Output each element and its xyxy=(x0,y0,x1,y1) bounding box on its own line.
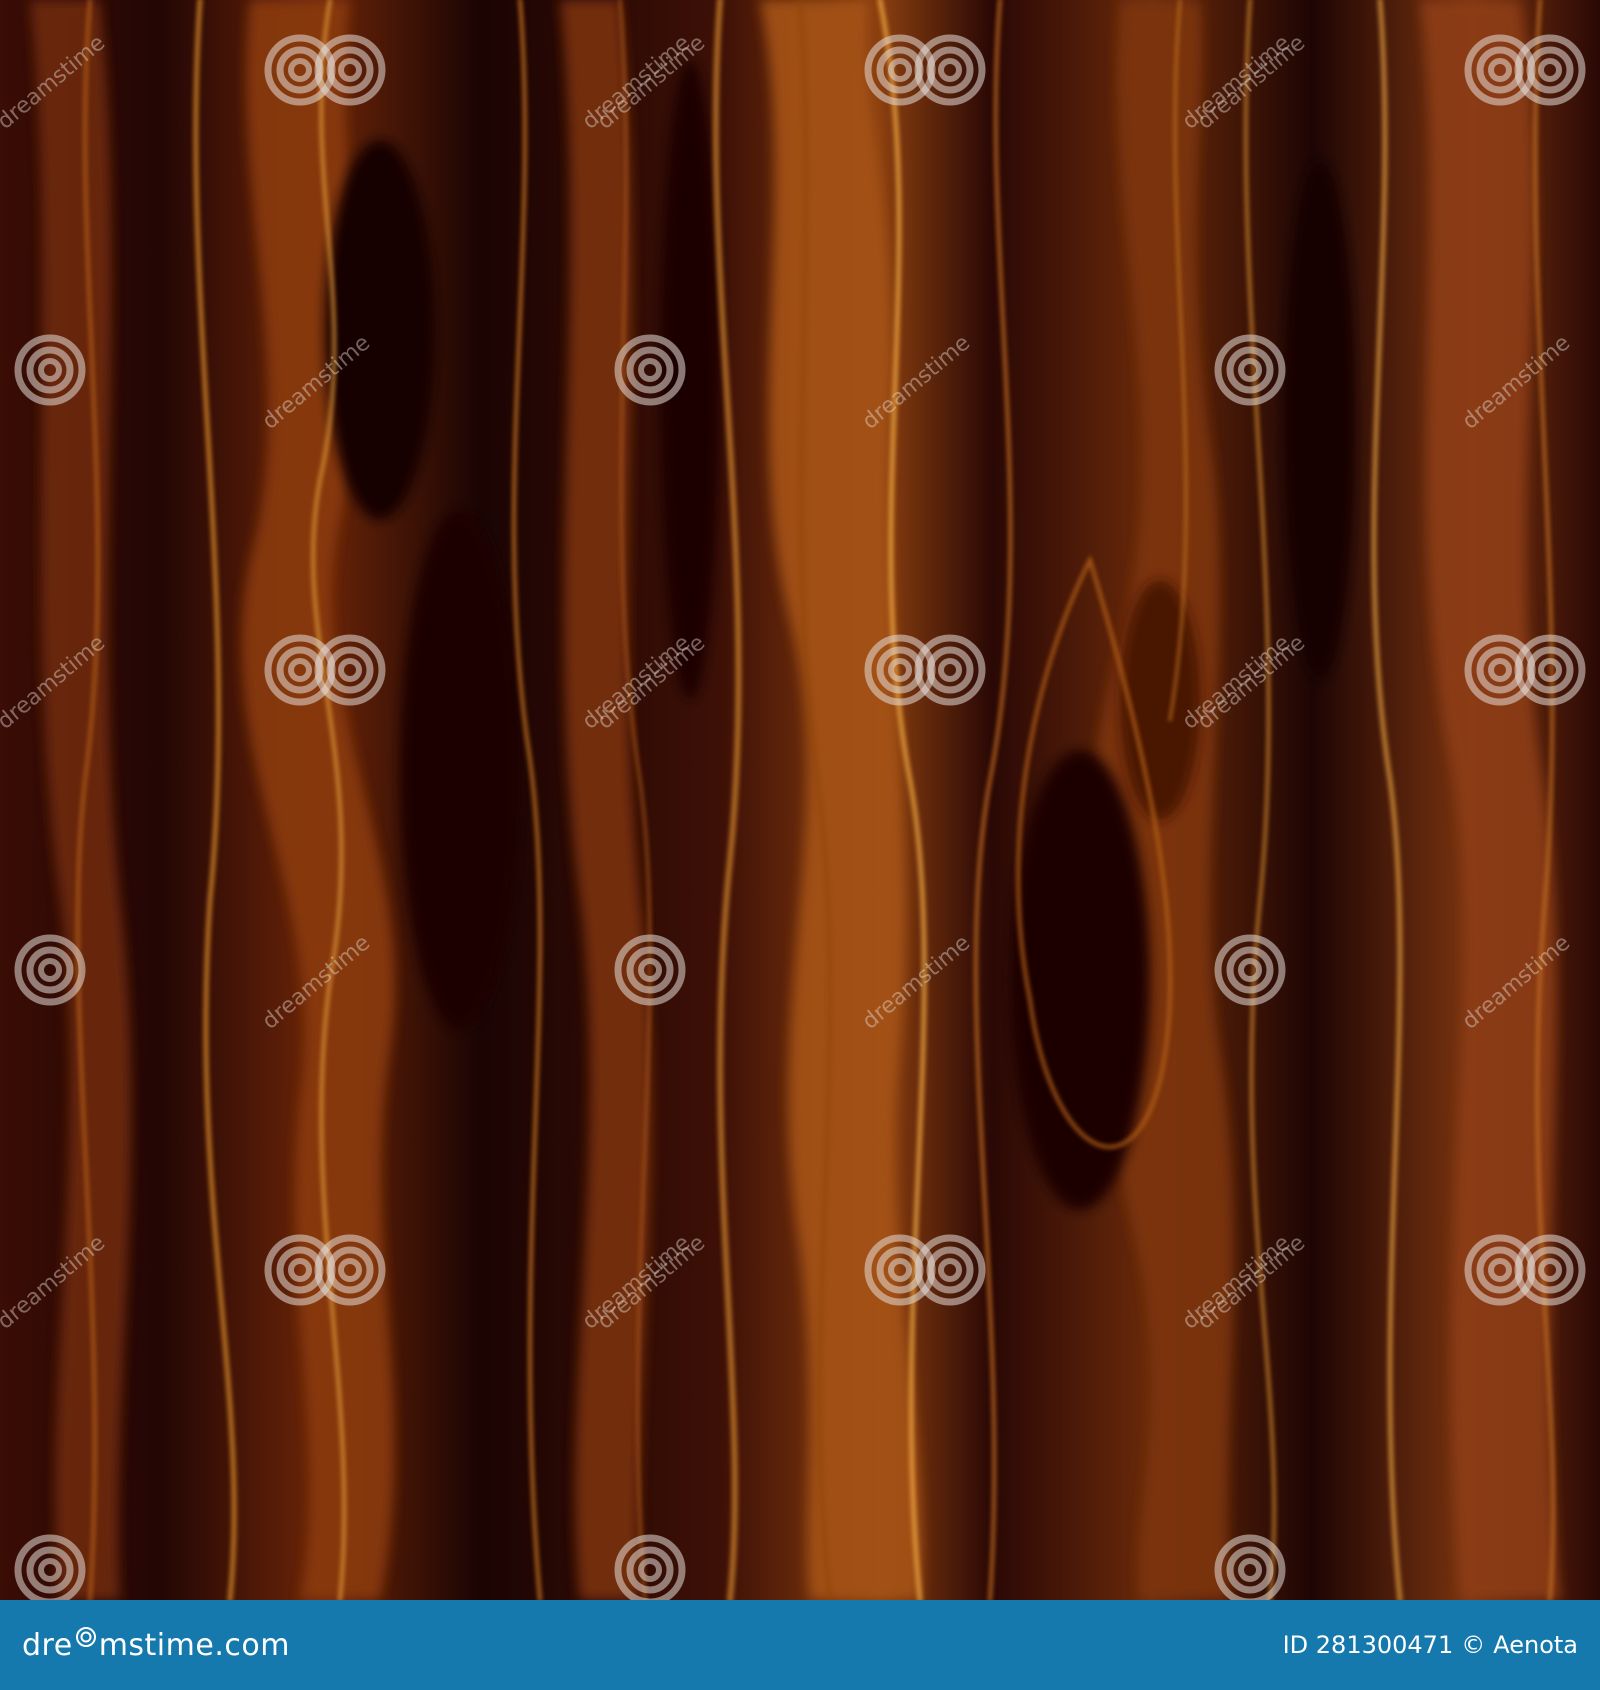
copyright-symbol: © xyxy=(1461,1631,1486,1659)
stock-site-logo: dre mstime.com xyxy=(22,1627,290,1663)
image-credit: ID 281300471 © Aenota xyxy=(1283,1631,1578,1659)
spiral-icon xyxy=(75,1627,96,1647)
stock-photo-page: dreamstime dreamstime dreamstime dreamstime… xyxy=(0,0,1600,1690)
author-name: Aenota xyxy=(1493,1631,1578,1659)
stock-footer-bar: dre mstime.com ID 281300471 © Aenota xyxy=(0,1600,1600,1690)
image-id: ID 281300471 xyxy=(1282,1631,1454,1659)
brand-text-end: mstime.com xyxy=(98,1627,290,1663)
wood-grain-image xyxy=(0,0,1600,1600)
brand-text-start: dre xyxy=(22,1627,73,1663)
